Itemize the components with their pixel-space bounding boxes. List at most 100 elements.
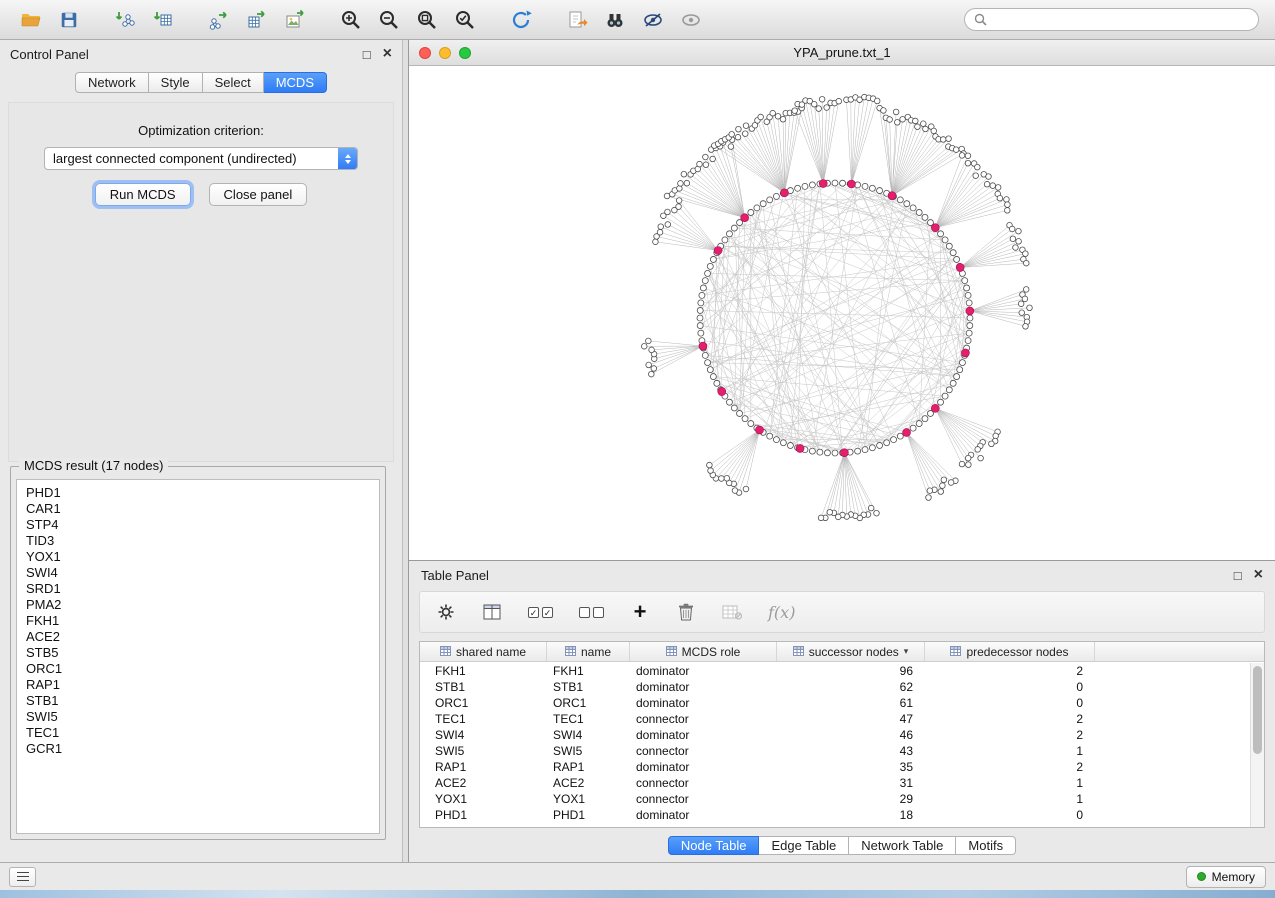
memory-button[interactable]: Memory	[1186, 866, 1266, 888]
tab-motifs[interactable]: Motifs	[956, 836, 1016, 855]
search-box[interactable]	[964, 8, 1259, 31]
tab-network[interactable]: Network	[75, 72, 149, 93]
share-document-icon	[566, 9, 588, 31]
import-network-icon	[114, 9, 136, 31]
table-tabs: Node TableEdge TableNetwork TableMotifs	[409, 836, 1275, 855]
close-window-icon[interactable]	[419, 47, 431, 59]
zoom-in-button[interactable]	[332, 4, 370, 36]
open-session-button[interactable]	[12, 4, 50, 36]
cell-name: ACE2	[547, 776, 630, 790]
mcds-result-item[interactable]: YOX1	[17, 549, 379, 565]
column-header-MCDS-role[interactable]: MCDS role	[630, 642, 777, 661]
close-table-panel-icon[interactable]: ×	[1254, 567, 1263, 583]
export-image-button[interactable]	[276, 4, 314, 36]
table-row[interactable]: SWI4SWI4dominator462	[420, 727, 1250, 743]
tab-network-table[interactable]: Network Table	[849, 836, 956, 855]
export-network-button[interactable]	[200, 4, 238, 36]
column-header-predecessor-nodes[interactable]: predecessor nodes	[925, 642, 1095, 661]
zoom-out-icon	[378, 9, 400, 31]
table-row[interactable]: PHD1PHD1dominator180	[420, 807, 1250, 823]
mcds-result-item[interactable]: ACE2	[17, 629, 379, 645]
deselect-all-button[interactable]	[579, 599, 604, 625]
refresh-view-button[interactable]	[502, 4, 540, 36]
clone-document-button[interactable]	[558, 4, 596, 36]
delete-button[interactable]	[676, 599, 696, 625]
close-panel-button[interactable]: Close panel	[209, 183, 308, 206]
mcds-result-item[interactable]: TID3	[17, 533, 379, 549]
first-neighbors-button[interactable]	[596, 4, 634, 36]
tab-edge-table[interactable]: Edge Table	[759, 836, 849, 855]
search-input[interactable]	[993, 13, 1249, 27]
memory-label: Memory	[1212, 870, 1255, 884]
cell-shared-name: SWI5	[420, 744, 547, 758]
minimize-window-icon[interactable]	[439, 47, 451, 59]
mcds-result-item[interactable]: SRD1	[17, 581, 379, 597]
sort-caret-icon[interactable]: ▾	[904, 646, 909, 657]
network-graph[interactable]	[409, 66, 1275, 560]
show-all-button[interactable]	[672, 4, 710, 36]
zoom-in-icon	[340, 9, 362, 31]
cell-mcds-role: dominator	[630, 680, 777, 694]
select-all-button[interactable]: ✓✓	[528, 599, 553, 625]
scrollbar-thumb[interactable]	[1253, 666, 1262, 754]
close-panel-icon[interactable]: ×	[383, 46, 392, 62]
table-settings-button[interactable]	[436, 599, 456, 625]
cell-predecessor-nodes: 1	[925, 776, 1095, 790]
cell-successor-nodes: 31	[777, 776, 925, 790]
mcds-result-list[interactable]: PHD1CAR1STP4TID3YOX1SWI4SRD1PMA2FKH1ACE2…	[16, 479, 380, 834]
criterion-select[interactable]: largest connected component (undirected)	[44, 147, 358, 170]
table-row[interactable]: TEC1TEC1connector472	[420, 711, 1250, 727]
table-row[interactable]: SWI5SWI5connector431	[420, 743, 1250, 759]
zoom-selected-button[interactable]	[446, 4, 484, 36]
table-scrollbar[interactable]	[1250, 663, 1264, 827]
tab-mcds[interactable]: MCDS	[264, 72, 327, 93]
mcds-result-item[interactable]: RAP1	[17, 677, 379, 693]
zoom-fit-button[interactable]	[408, 4, 446, 36]
mcds-result-item[interactable]: PHD1	[17, 485, 379, 501]
float-panel-icon[interactable]: □	[363, 48, 371, 61]
zoom-out-button[interactable]	[370, 4, 408, 36]
mcds-tab-content: Optimization criterion: largest connecte…	[8, 102, 394, 462]
network-canvas[interactable]	[409, 66, 1275, 560]
add-row-button[interactable]: +	[630, 599, 650, 625]
mcds-result-item[interactable]: STB1	[17, 693, 379, 709]
table-row[interactable]: RAP1RAP1dominator352	[420, 759, 1250, 775]
mcds-result-item[interactable]: GCR1	[17, 741, 379, 757]
column-header-name[interactable]: name	[547, 642, 630, 661]
table-row[interactable]: YOX1YOX1connector291	[420, 791, 1250, 807]
panel-splitter[interactable]	[402, 40, 409, 862]
mcds-result-item[interactable]: FKH1	[17, 613, 379, 629]
mcds-result-item[interactable]: PMA2	[17, 597, 379, 613]
table-header-row: shared namenameMCDS rolesuccessor nodes▾…	[420, 642, 1264, 662]
mcds-result-item[interactable]: ORC1	[17, 661, 379, 677]
table-row[interactable]: STB1STB1dominator620	[420, 679, 1250, 695]
save-session-button[interactable]	[50, 4, 88, 36]
tab-select[interactable]: Select	[203, 72, 264, 93]
mcds-result-item[interactable]: SWI4	[17, 565, 379, 581]
tab-style[interactable]: Style	[149, 72, 203, 93]
panel-menu-button[interactable]	[9, 867, 36, 887]
tab-node-table[interactable]: Node Table	[668, 836, 760, 855]
table-sort-icon	[565, 645, 576, 659]
table-row[interactable]: ACE2ACE2connector311	[420, 775, 1250, 791]
mcds-result-item[interactable]: STB5	[17, 645, 379, 661]
hide-selected-button[interactable]	[634, 4, 672, 36]
table-row[interactable]: ORC1ORC1dominator610	[420, 695, 1250, 711]
mcds-result-item[interactable]: STP4	[17, 517, 379, 533]
delete-table-button-disabled	[722, 599, 742, 625]
mcds-result-item[interactable]: TEC1	[17, 725, 379, 741]
run-mcds-button[interactable]: Run MCDS	[95, 183, 191, 206]
import-table-button[interactable]	[144, 4, 182, 36]
mcds-result-item[interactable]: CAR1	[17, 501, 379, 517]
show-columns-button[interactable]	[482, 599, 502, 625]
import-network-button[interactable]	[106, 4, 144, 36]
mcds-result-item[interactable]: SWI5	[17, 709, 379, 725]
cell-name: STB1	[547, 680, 630, 694]
column-header-successor-nodes[interactable]: successor nodes▾	[777, 642, 925, 661]
float-table-panel-icon[interactable]: □	[1234, 569, 1242, 582]
column-header-shared-name[interactable]: shared name	[420, 642, 547, 661]
export-table-button[interactable]	[238, 4, 276, 36]
list-icon	[17, 872, 29, 881]
maximize-window-icon[interactable]	[459, 47, 471, 59]
table-row[interactable]: FKH1FKH1dominator962	[420, 663, 1250, 679]
